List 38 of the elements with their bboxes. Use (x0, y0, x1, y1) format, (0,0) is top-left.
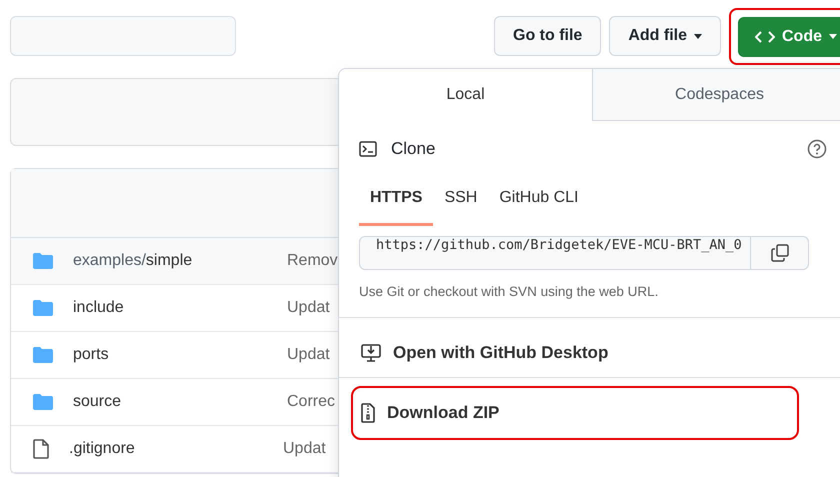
protocol-tab[interactable]: GitHub CLI (488, 181, 590, 226)
file-name-link[interactable]: include (73, 299, 287, 317)
file-name-link[interactable]: .gitignore (69, 440, 283, 458)
help-text: Use Git or checkout with SVN using the web URL. (359, 284, 660, 299)
code-icon (755, 30, 775, 44)
code-button[interactable]: Code (738, 16, 840, 56)
help-icon[interactable] (807, 139, 827, 159)
desktop-download-icon (361, 343, 381, 363)
copy-icon (770, 243, 790, 263)
commit-message: Correc (287, 393, 336, 411)
menu-item[interactable]: Open with GitHub Desktop (393, 343, 608, 363)
file-name-link[interactable]: source (73, 393, 287, 411)
commit-message: Updat (283, 440, 326, 458)
protocol-tab[interactable]: HTTPS (359, 181, 434, 226)
search-field[interactable] (10, 16, 236, 56)
caret-icon (829, 34, 837, 39)
url-field[interactable]: https://github.com/Bridgetek/EVE-MCU-BRT_AN_0 (359, 236, 751, 270)
menu-item[interactable]: Download ZIP (387, 403, 500, 423)
file-icon (33, 439, 49, 459)
dropdown-tab[interactable]: Codespaces (593, 69, 840, 121)
folder-icon (33, 347, 53, 363)
toolbar-button[interactable]: Go to file (494, 16, 602, 56)
file-name-link[interactable]: ports (73, 346, 287, 364)
dropdown-tab[interactable]: Local (339, 69, 593, 121)
copy-button[interactable] (751, 236, 809, 270)
folder-icon (33, 300, 53, 316)
file-name-link[interactable]: examples/simple (73, 252, 287, 270)
commit-message: Remov (287, 252, 338, 270)
folder-icon (33, 253, 53, 269)
commit-message: Updat (287, 299, 330, 317)
terminal-icon (359, 141, 377, 157)
folder-icon (33, 394, 53, 410)
clone-title: Clone (391, 139, 436, 159)
protocol-tab[interactable]: SSH (433, 181, 488, 226)
toolbar-button[interactable]: Add file (609, 16, 721, 56)
zip-file-icon (361, 403, 375, 423)
caret-icon (694, 34, 702, 38)
commit-message: Updat (287, 346, 330, 364)
